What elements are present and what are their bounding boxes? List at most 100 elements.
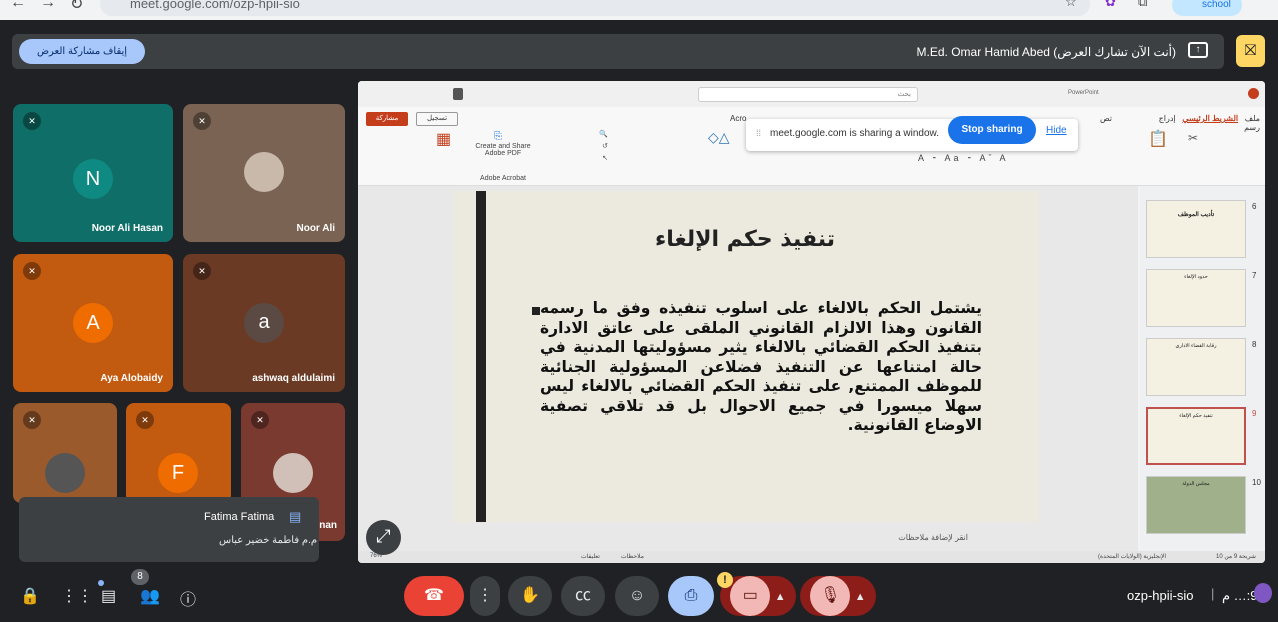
- participant-name: Aya Alobaidy: [100, 373, 163, 384]
- people-icon[interactable]: 👥: [140, 586, 160, 606]
- avatar: a: [244, 303, 284, 343]
- acrobat-create-pdf[interactable]: Create and Share Adobe PDF: [468, 143, 538, 157]
- participant-tile[interactable]: ✕: [13, 403, 117, 503]
- mic-off-icon: ✕: [23, 262, 41, 280]
- participant-count-badge: 8: [131, 569, 149, 585]
- forward-icon[interactable]: →: [40, 0, 56, 12]
- bookmark-star-icon[interactable]: ☆: [1065, 0, 1077, 10]
- ppt-share-button[interactable]: مشاركة: [366, 112, 408, 126]
- addins-icon: ▦: [436, 131, 452, 148]
- avatar: F: [158, 453, 198, 493]
- gemini-icon[interactable]: [1254, 583, 1272, 603]
- slide-thumbnail[interactable]: رقابة القضاء الاداري: [1146, 338, 1246, 396]
- hide-notice-link[interactable]: Hide: [1046, 125, 1067, 136]
- browser-toolbar: ← → ↻ meet.google.com/ozp-hpii-sio ☆ ✿ ⧉…: [0, 0, 1278, 20]
- shared-screen: بحث PowerPoint مشاركة تسجيل Acro ملف الش…: [358, 81, 1265, 563]
- captions-button[interactable]: ㏄: [561, 576, 605, 616]
- host-controls-icon[interactable]: 🔒: [20, 586, 40, 606]
- ribbon-tab[interactable]: إدراج: [1159, 114, 1176, 123]
- participant-name: nan: [319, 520, 337, 531]
- comments-toggle[interactable]: تعليقات: [581, 553, 600, 560]
- ribbon-tab[interactable]: ملف: [1245, 114, 1260, 123]
- font-group: A ⁃ Aa ⁃ Aˇ A: [918, 153, 1009, 163]
- language-indicator: الإنجليزية (الولايات المتحدة): [1098, 554, 1167, 560]
- participant-tile[interactable]: ✕ F: [126, 403, 231, 503]
- participant-tile[interactable]: ✕ a ashwaq aldulaimi: [183, 254, 345, 392]
- slide-body-text: يشتمل الحكم بالالغاء على اسلوب تنفيذه وف…: [540, 299, 982, 434]
- pdf-icon: ⎘: [494, 131, 502, 142]
- back-icon[interactable]: ←: [10, 0, 26, 12]
- mic-off-icon: ✕: [23, 112, 41, 130]
- chevron-up-icon[interactable]: ▲: [775, 591, 786, 603]
- unread-dot: [98, 580, 104, 586]
- chat-icon[interactable]: ▤: [101, 586, 116, 606]
- mic-off-icon: ✕: [23, 411, 41, 429]
- mic-off-icon: ✕: [193, 112, 211, 130]
- paste-icon[interactable]: 📋: [1148, 129, 1168, 149]
- mic-off-icon: ✕: [193, 262, 211, 280]
- extensions-puzzle-icon[interactable]: ⧉: [1138, 0, 1147, 10]
- slide-number: 6: [1252, 202, 1257, 211]
- leave-call-button[interactable]: ☎: [404, 576, 464, 616]
- sender-name: Fatima Fatima: [204, 511, 275, 523]
- slide-thumbnail[interactable]: تأديب الموظف: [1146, 200, 1246, 258]
- more-options-button[interactable]: ⋮: [470, 576, 500, 616]
- powerpoint-icon: [1248, 88, 1259, 99]
- slide-thumbnail[interactable]: مجلس الدولة: [1146, 476, 1246, 534]
- app-title: PowerPoint: [1068, 90, 1099, 96]
- acrobat-group-label: Adobe Acrobat: [480, 175, 526, 182]
- info-icon[interactable]: ⓘ: [180, 586, 196, 610]
- slide-number: 9: [1252, 409, 1257, 418]
- slide-thumbnail[interactable]: حدود الإلغاء: [1146, 269, 1246, 327]
- ribbon-tab-home[interactable]: الشريط الرئيسي: [1182, 114, 1238, 123]
- raise-hand-button[interactable]: ✋: [508, 576, 552, 616]
- notes-toggle[interactable]: ملاحظات: [621, 553, 644, 560]
- mic-off-icon: ✕: [251, 411, 269, 429]
- mic-toggle[interactable]: 🎙 ▲: [800, 576, 876, 616]
- participant-name: Noor Ali: [296, 223, 335, 234]
- participant-name: ashwaq aldulaimi: [252, 373, 335, 384]
- slide-number: 7: [1252, 271, 1257, 280]
- participant-tile[interactable]: ✕ A Aya Alobaidy: [13, 254, 173, 392]
- chevron-up-icon[interactable]: ▲: [855, 591, 866, 603]
- ribbon-tab-acrobat[interactable]: Acro: [730, 114, 746, 123]
- meeting-code: ozp-hpii-sio: [1127, 588, 1194, 603]
- slide-thumbnail-selected[interactable]: تنفيذ حكم الإلغاء: [1146, 407, 1246, 465]
- ppt-titlebar: بحث PowerPoint: [358, 81, 1265, 107]
- reload-icon[interactable]: ↻: [70, 0, 83, 14]
- avatar: [244, 152, 284, 192]
- editing-group: 🔍 ↺ ↖: [599, 131, 608, 162]
- participant-tile[interactable]: ✕ Noor Ali: [183, 104, 345, 242]
- clipboard-tools-icon[interactable]: ✂: [1188, 131, 1198, 145]
- no-camera-warning-icon[interactable]: ⛝: [1236, 35, 1265, 67]
- mic-off-icon: ✕: [136, 411, 154, 429]
- profile-chip[interactable]: school: [1172, 0, 1242, 16]
- account-avatar[interactable]: [453, 88, 463, 100]
- stop-sharing-button[interactable]: Stop sharing: [948, 116, 1036, 144]
- sharing-notice-text: meet.google.com is sharing a window.: [770, 128, 939, 139]
- notes-pane[interactable]: انقر لإضافة ملاحظات: [358, 529, 1138, 547]
- slide-canvas[interactable]: تنفيذ حكم الإلغاء يشتمل الحكم بالالغاء ع…: [452, 191, 1038, 522]
- ribbon-tab[interactable]: رسم: [1244, 123, 1260, 132]
- slide-title: تنفيذ حكم الإلغاء: [654, 227, 836, 252]
- chat-message: م.م فاطمة خضير عباس: [219, 535, 318, 546]
- presenting-label: M.Ed. Omar Hamid Abed (أنت الآن تشارك ال…: [916, 45, 1176, 59]
- ppt-status-bar: 76% ملاحظات تعليقات الإنجليزية (الولايات…: [358, 551, 1265, 563]
- slide-thumbnails: تأديب الموظف 6 حدود الإلغاء 7 رقابة القض…: [1140, 186, 1265, 551]
- ppt-record-button[interactable]: تسجيل: [416, 112, 458, 126]
- present-button[interactable]: ⎙: [668, 576, 714, 616]
- stop-presenting-button[interactable]: إيقاف مشاركة العرض: [19, 39, 145, 64]
- apps-grid-icon[interactable]: ⋮⋮: [61, 586, 93, 606]
- ribbon-tab[interactable]: تص: [1100, 114, 1112, 123]
- participant-tile[interactable]: ✕ N Noor Ali Hasan: [13, 104, 173, 242]
- reactions-button[interactable]: ☺: [615, 576, 659, 616]
- chat-notification[interactable]: Fatima Fatima ▤ م.م فاطمة خضير عباس: [19, 497, 319, 562]
- expand-icon[interactable]: ⤢: [366, 520, 401, 555]
- avatar: N: [73, 159, 113, 199]
- address-bar[interactable]: meet.google.com/ozp-hpii-sio: [100, 0, 1090, 16]
- ppt-search-box[interactable]: بحث: [698, 87, 918, 102]
- chat-icon: ▤: [289, 509, 302, 524]
- shapes-icon[interactable]: ◇△: [708, 129, 730, 146]
- extension-icon[interactable]: ✿: [1105, 0, 1116, 10]
- drag-handle-icon[interactable]: ⁞⁞: [756, 128, 761, 138]
